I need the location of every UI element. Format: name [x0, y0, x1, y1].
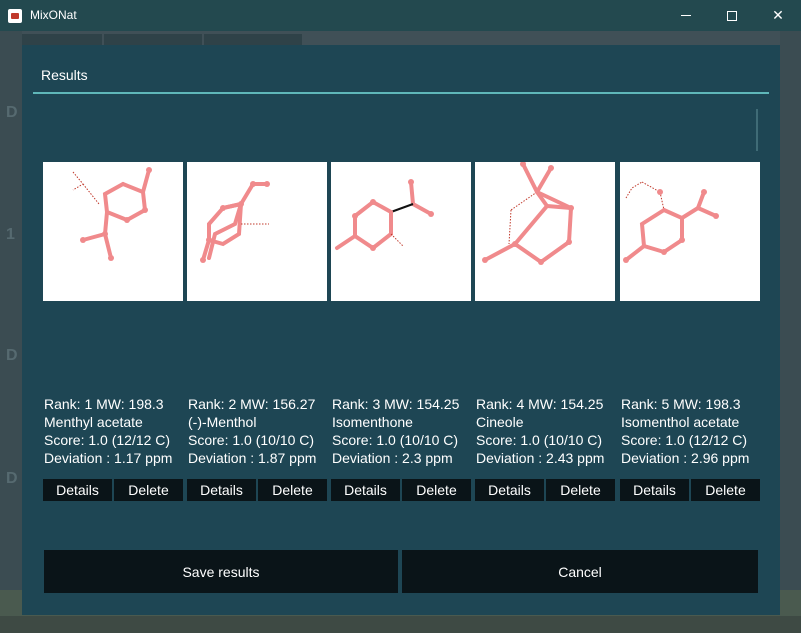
score: Score: 1.0 (10/10 C) [332, 432, 459, 448]
compound-name: (-)-Menthol [188, 414, 257, 430]
dialog-title: Results [41, 67, 88, 83]
isomenthone-structure [335, 179, 434, 251]
delete-button[interactable]: Delete [691, 479, 760, 501]
result-card: Rank: 5 MW: 198.3 Isomenthol acetate Sco… [620, 162, 760, 501]
isomenthol-acetate-structure [623, 181, 719, 263]
result-info: Rank: 1 MW: 198.3 Menthyl acetate Score:… [44, 395, 194, 467]
background-tab [104, 34, 202, 45]
card-actions: Details Delete [475, 479, 615, 501]
molecule-image [475, 162, 615, 301]
details-button[interactable]: Details [475, 479, 544, 501]
scrollbar[interactable] [756, 109, 758, 151]
compound-name: Menthyl acetate [44, 414, 143, 430]
details-button[interactable]: Details [187, 479, 256, 501]
molecule-image [187, 162, 327, 301]
card-actions: Details Delete [620, 479, 760, 501]
score: Score: 1.0 (12/12 C) [44, 432, 171, 448]
minimize-button[interactable] [663, 0, 709, 31]
background-panel-right [780, 31, 801, 591]
delete-button[interactable]: Delete [402, 479, 471, 501]
details-button[interactable]: Details [620, 479, 689, 501]
delete-button[interactable]: Delete [546, 479, 615, 501]
card-actions: Details Delete [187, 479, 327, 501]
score: Score: 1.0 (12/12 C) [621, 432, 748, 448]
compound-name: Isomenthone [332, 414, 413, 430]
details-button[interactable]: Details [43, 479, 112, 501]
result-info: Rank: 5 MW: 198.3 Isomenthol acetate Sco… [621, 395, 771, 467]
deviation: Deviation : 2.43 ppm [476, 450, 605, 466]
deviation: Deviation : 2.96 ppm [621, 450, 750, 466]
molecule-image [43, 162, 183, 301]
rank-mw: Rank: 4 MW: 154.25 [476, 396, 604, 412]
delete-button[interactable]: Delete [114, 479, 183, 501]
app-logo-icon [8, 9, 22, 23]
result-card: Rank: 2 MW: 156.27 (-)-Menthol Score: 1.… [187, 162, 327, 501]
menthyl-acetate-structure [72, 167, 152, 261]
score: Score: 1.0 (10/10 C) [188, 432, 315, 448]
maximize-button[interactable] [709, 0, 755, 31]
cineole-structure [482, 162, 574, 265]
background-label: 1 [6, 226, 15, 243]
result-info: Rank: 4 MW: 154.25 Cineole Score: 1.0 (1… [476, 395, 626, 467]
result-card: Rank: 1 MW: 198.3 Menthyl acetate Score:… [43, 162, 183, 501]
close-button[interactable]: ✕ [755, 0, 801, 31]
maximize-icon [727, 10, 737, 21]
deviation: Deviation : 2.3 ppm [332, 450, 453, 466]
delete-button[interactable]: Delete [258, 479, 327, 501]
details-button[interactable]: Details [331, 479, 400, 501]
rank-mw: Rank: 1 MW: 198.3 [44, 396, 164, 412]
cancel-button[interactable]: Cancel [402, 550, 758, 593]
title-divider [33, 92, 769, 94]
minimize-icon [681, 15, 691, 16]
window-title: MixONat [30, 8, 77, 22]
molecule-image [331, 162, 471, 301]
results-dialog: Results Rank: 1 MW: 198.3 Menthyl acetat… [22, 45, 780, 615]
window-titlebar: MixONat ✕ [0, 0, 801, 31]
background-tab [204, 34, 302, 45]
deviation: Deviation : 1.17 ppm [44, 450, 173, 466]
background-label: D [6, 347, 18, 364]
result-info: Rank: 3 MW: 154.25 Isomenthone Score: 1.… [332, 395, 482, 467]
result-info: Rank: 2 MW: 156.27 (-)-Menthol Score: 1.… [188, 395, 338, 467]
background-statusbar [0, 616, 801, 633]
background-label: D [6, 104, 18, 121]
card-actions: Details Delete [43, 479, 183, 501]
rank-mw: Rank: 3 MW: 154.25 [332, 396, 460, 412]
card-actions: Details Delete [331, 479, 471, 501]
background-label: D [6, 470, 18, 487]
rank-mw: Rank: 2 MW: 156.27 [188, 396, 316, 412]
score: Score: 1.0 (10/10 C) [476, 432, 603, 448]
molecule-image [620, 162, 760, 301]
menthol-structure [200, 181, 270, 263]
close-icon: ✕ [772, 7, 784, 23]
deviation: Deviation : 1.87 ppm [188, 450, 317, 466]
rank-mw: Rank: 5 MW: 198.3 [621, 396, 741, 412]
result-card: Rank: 3 MW: 154.25 Isomenthone Score: 1.… [331, 162, 471, 501]
result-card: Rank: 4 MW: 154.25 Cineole Score: 1.0 (1… [475, 162, 615, 501]
save-results-button[interactable]: Save results [44, 550, 398, 593]
compound-name: Cineole [476, 414, 524, 430]
compound-name: Isomenthol acetate [621, 414, 740, 430]
